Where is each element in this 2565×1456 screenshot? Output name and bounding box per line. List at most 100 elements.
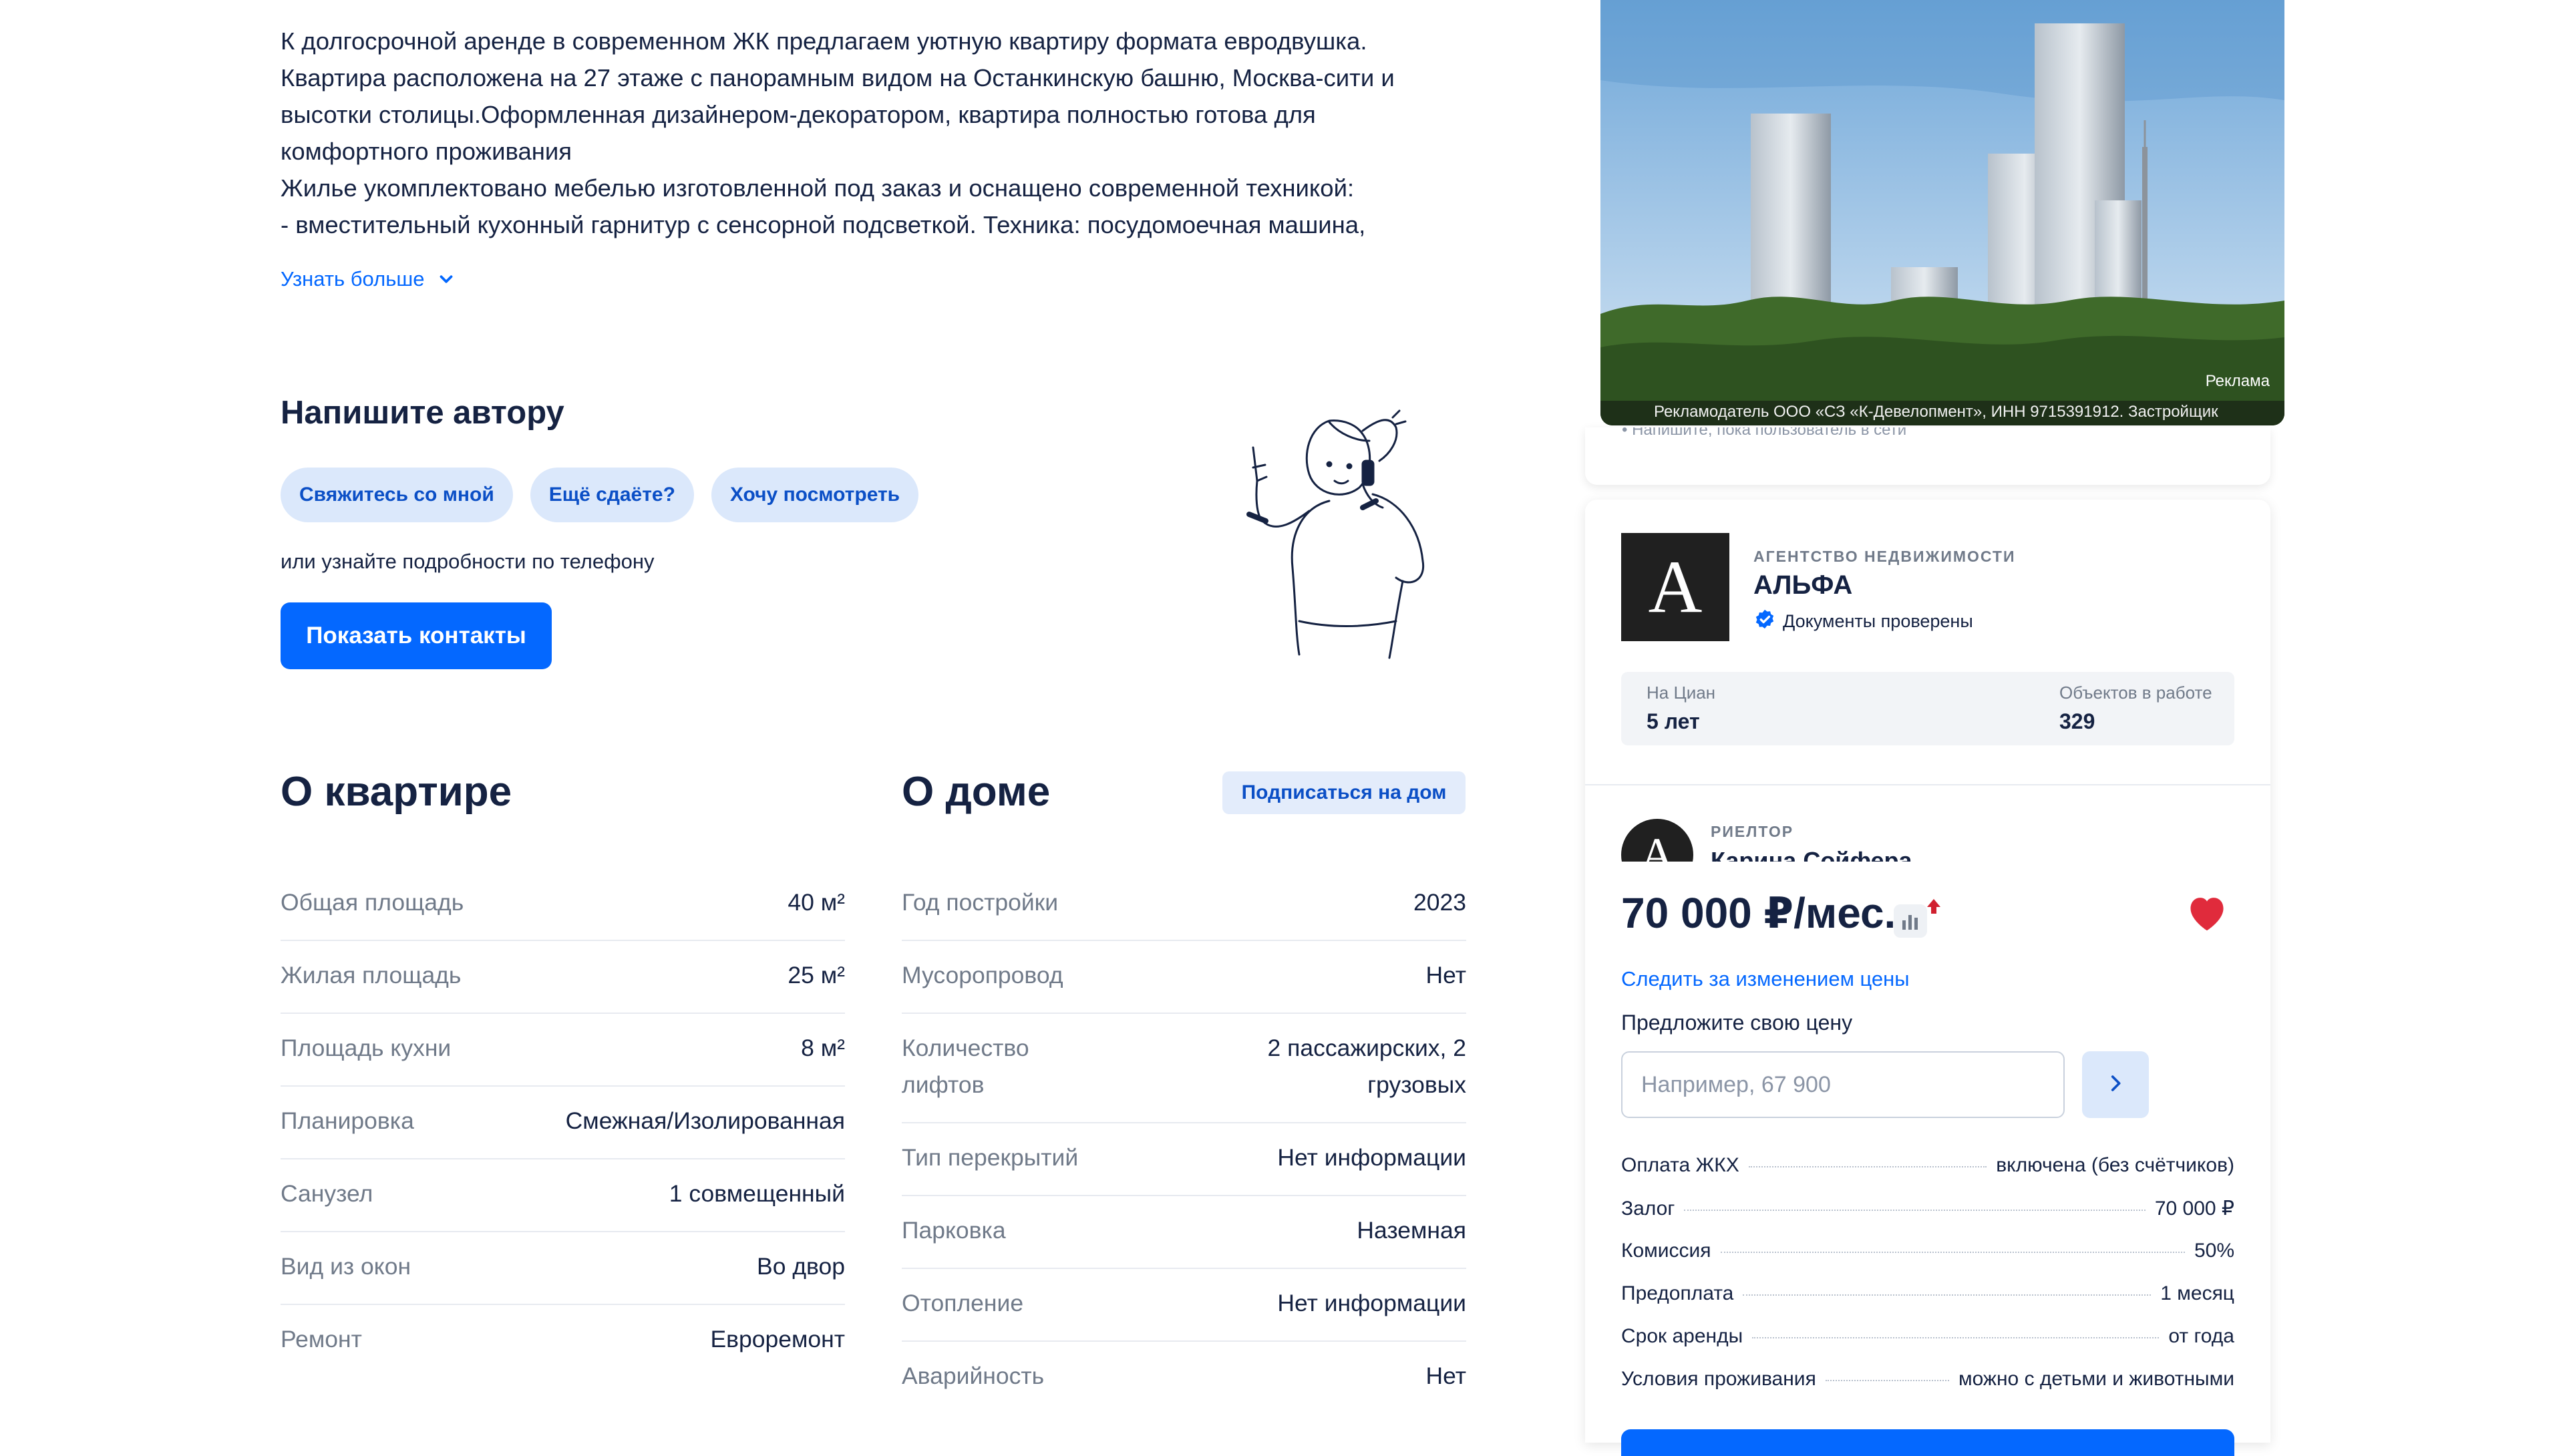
agency-stats: На Циан 5 лет Объектов в работе 329 <box>1621 672 2234 745</box>
param-value: 25 м² <box>788 962 845 988</box>
param-key: Тип перекрытий <box>902 1144 1079 1171</box>
rent-terms: Оплата ЖКХ включена (без счётчиков) Залог… <box>1621 1154 2234 1411</box>
previous-card-bottom: • Напишите, пока пользователь в сети <box>1585 427 2270 485</box>
param-value: Нет информации <box>1277 1290 1466 1316</box>
term-key: Комиссия <box>1621 1240 1711 1262</box>
agency-name[interactable]: АЛЬФА <box>1753 570 1852 600</box>
description-text: К долгосрочной аренде в современном ЖК п… <box>281 23 1416 243</box>
param-key: Аварийность <box>902 1362 1045 1389</box>
param-key: Общая площадь <box>281 889 464 916</box>
on-cian-value: 5 лет <box>1647 709 1700 733</box>
price-history-icon[interactable] <box>1894 898 1943 938</box>
param-key: Планировка <box>281 1107 414 1134</box>
card-strip-text: • Напишите, пока пользователь в сети <box>1622 427 1907 439</box>
param-row: Площадь кухни 8 м² <box>281 1014 845 1087</box>
param-key: Отопление <box>902 1290 1024 1316</box>
follow-price-link[interactable]: Следить за изменением цены <box>1621 967 1910 991</box>
chip-want-to-see[interactable]: Хочу посмотреть <box>711 468 919 522</box>
param-row: Вид из окон Во двор <box>281 1232 845 1305</box>
agency-card: A АГЕНТСТВО НЕДВИЖИМОСТИ АЛЬФА Документы… <box>1585 500 2270 1456</box>
dotted-leader <box>1720 1252 2185 1253</box>
learn-more-label: Узнать больше <box>281 267 425 291</box>
param-value: 8 м² <box>801 1035 845 1061</box>
term-row: Оплата ЖКХ включена (без счётчиков) <box>1621 1154 2234 1197</box>
param-key: Вид из окон <box>281 1253 411 1280</box>
term-value: от года <box>2168 1325 2234 1347</box>
term-row: Предоплата 1 месяц <box>1621 1282 2234 1325</box>
term-row: Условия проживания можно с детьми и живот… <box>1621 1368 2234 1411</box>
description-line: - вместительный кухонный гарнитур с сенс… <box>281 211 1366 238</box>
dotted-leader <box>1752 1337 2160 1338</box>
subscribe-house-button[interactable]: Подписаться на дом <box>1222 771 1466 814</box>
dotted-leader <box>1684 1210 2146 1211</box>
agency-logo[interactable]: A <box>1621 533 1729 641</box>
term-value: включена (без счётчиков) <box>1996 1154 2234 1176</box>
param-row: Общая площадь 40 м² <box>281 868 845 941</box>
term-row: Комиссия 50% <box>1621 1240 2234 1282</box>
param-row: Санузел 1 совмещенный <box>281 1159 845 1232</box>
house-section-title: О доме <box>902 769 1051 815</box>
term-value: 50% <box>2194 1240 2234 1262</box>
learn-more-link[interactable]: Узнать больше <box>281 267 456 291</box>
ad-tag: Реклама <box>2205 372 2270 390</box>
param-row: Год постройки 2023 <box>902 868 1466 941</box>
woman-on-phone-illustration <box>1229 394 1470 661</box>
param-row: Аварийность Нет <box>902 1342 1466 1413</box>
offer-price-input[interactable] <box>1621 1051 2065 1118</box>
term-value: 70 000 ₽ <box>2154 1198 2234 1220</box>
param-row: Тип перекрытий Нет информации <box>902 1123 1466 1196</box>
verified-check-icon <box>1753 608 1776 635</box>
description-line: К долгосрочной аренде в современном ЖК п… <box>281 27 1367 55</box>
contact-button-partial[interactable] <box>1621 1429 2234 1456</box>
dotted-leader <box>1743 1294 2152 1296</box>
term-value: 1 месяц <box>2160 1282 2234 1304</box>
param-row: Жилая площадь 25 м² <box>281 941 845 1014</box>
param-key: Парковка <box>902 1217 1006 1244</box>
param-value: Нет информации <box>1277 1144 1466 1171</box>
term-value: можно с детьми и животными <box>1958 1368 2234 1390</box>
param-value: 2 пассажирских, 2 грузовых <box>1267 1035 1466 1098</box>
term-key: Срок аренды <box>1621 1325 1743 1347</box>
chip-contact-me[interactable]: Свяжитесь со мной <box>281 468 513 522</box>
param-value: Нет <box>1425 962 1466 988</box>
on-cian-label: На Циан <box>1647 683 1716 703</box>
param-row: Ремонт Евроремонт <box>281 1305 845 1377</box>
description-line: высотки столицы.Оформленная дизайнером-д… <box>281 101 1316 128</box>
param-row: Отопление Нет информации <box>902 1269 1466 1342</box>
write-author-title: Напишите автору <box>281 395 564 431</box>
objects-value: 329 <box>2059 709 2095 733</box>
param-value: 1 совмещенный <box>669 1180 845 1207</box>
offer-price-label: Предложите свою цену <box>1621 1011 1853 1035</box>
param-value: Смежная/Изолированная <box>565 1107 845 1134</box>
dotted-leader <box>1748 1166 1987 1167</box>
ad-legal-text: Рекламодатель ООО «СЗ «К-Девелопмент», И… <box>1654 403 2218 421</box>
param-row: Планировка Смежная/Изолированная <box>281 1087 845 1159</box>
param-value: Наземная <box>1357 1217 1466 1244</box>
chip-still-renting[interactable]: Ещё сдаёте? <box>530 468 694 522</box>
verified-label: Документы проверены <box>1783 611 1973 631</box>
param-key: Год постройки <box>902 889 1059 916</box>
ad-banner[interactable]: Реклама Рекламодатель ООО «СЗ «К-Девелоп… <box>1600 0 2284 425</box>
param-value: Нет <box>1425 1362 1466 1389</box>
term-key: Оплата ЖКХ <box>1621 1154 1739 1176</box>
offer-submit-button[interactable] <box>2082 1051 2149 1118</box>
divider <box>1585 784 2270 785</box>
term-key: Залог <box>1621 1198 1675 1220</box>
param-row: Мусоропровод Нет <box>902 941 1466 1014</box>
param-key: Площадь кухни <box>281 1035 452 1061</box>
apartment-section-title: О квартире <box>281 769 512 815</box>
term-row: Срок аренды от года <box>1621 1325 2234 1368</box>
objects-label: Объектов в работе <box>2059 683 2212 703</box>
param-key: Количество лифтов <box>902 1035 1029 1098</box>
param-key: Жилая площадь <box>281 962 462 988</box>
param-value: Во двор <box>757 1253 845 1280</box>
favorite-heart-icon[interactable] <box>2185 892 2229 932</box>
description-line: Жилье укомплектовано мебелью изготовленн… <box>281 174 1355 202</box>
show-contacts-button[interactable]: Показать контакты <box>281 602 552 669</box>
param-row: Парковка Наземная <box>902 1196 1466 1269</box>
param-key: Мусоропровод <box>902 962 1063 988</box>
chevron-right-icon <box>2104 1072 2127 1098</box>
param-value: 2023 <box>1413 889 1466 916</box>
house-params-table: Год постройки 2023 Мусоропровод Нет Количе… <box>902 868 1466 1413</box>
phone-note: или узнайте подробности по телефону <box>281 550 655 573</box>
